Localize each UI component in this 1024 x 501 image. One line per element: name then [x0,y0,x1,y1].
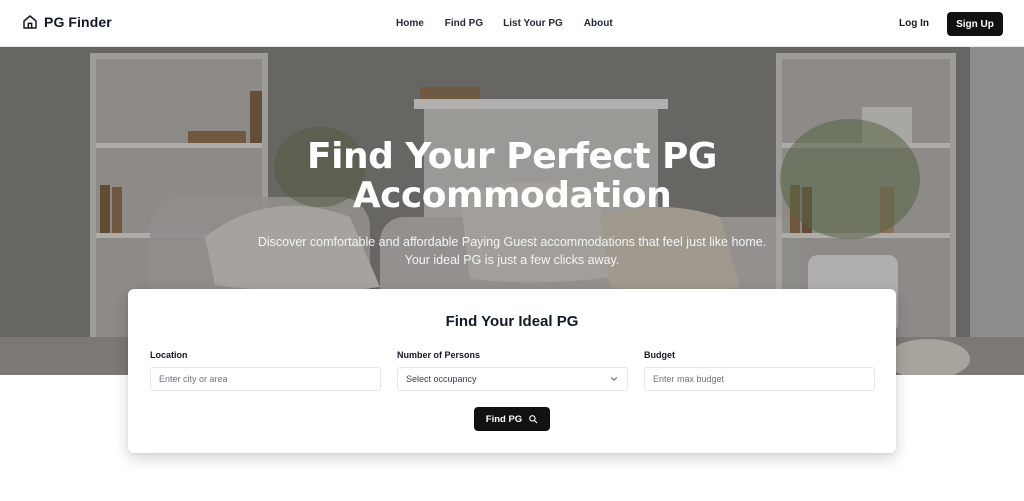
login-link[interactable]: Log In [899,18,929,29]
brand-logo[interactable]: PG Finder [22,14,112,30]
hero-subtitle: Discover comfortable and affordable Payi… [257,235,767,267]
chevron-down-icon [611,377,617,381]
signup-button[interactable]: Sign Up [947,12,1003,36]
nav-link-list-your-pg[interactable]: List Your PG [503,18,563,29]
brand-name: PG Finder [44,14,112,30]
hero-title: Find Your Perfect PG Accommodation [307,136,717,216]
navbar: PG Finder Home Find PG List Your PG Abou… [0,0,1024,47]
find-pg-button[interactable]: Find PG [474,407,550,431]
find-pg-button-label: Find PG [485,413,523,425]
persons-select[interactable]: Select occupancy [397,367,628,391]
nav-link-home[interactable]: Home [396,18,424,29]
persons-label: Number of Persons [397,350,481,360]
search-card-title: Find Your Ideal PG [445,313,579,330]
search-card: Find Your Ideal PG Location Number of Pe… [128,289,896,453]
search-icon [529,415,538,424]
nav-link-find-pg[interactable]: Find PG [445,18,483,29]
budget-input[interactable] [644,367,875,391]
home-icon [23,15,37,29]
location-label: Location [150,350,188,360]
location-input[interactable] [150,367,381,391]
main-nav: Home Find PG List Your PG About [396,18,613,29]
persons-select-value: Select occupancy [406,374,477,384]
budget-label: Budget [644,350,675,360]
nav-link-about[interactable]: About [584,18,613,29]
